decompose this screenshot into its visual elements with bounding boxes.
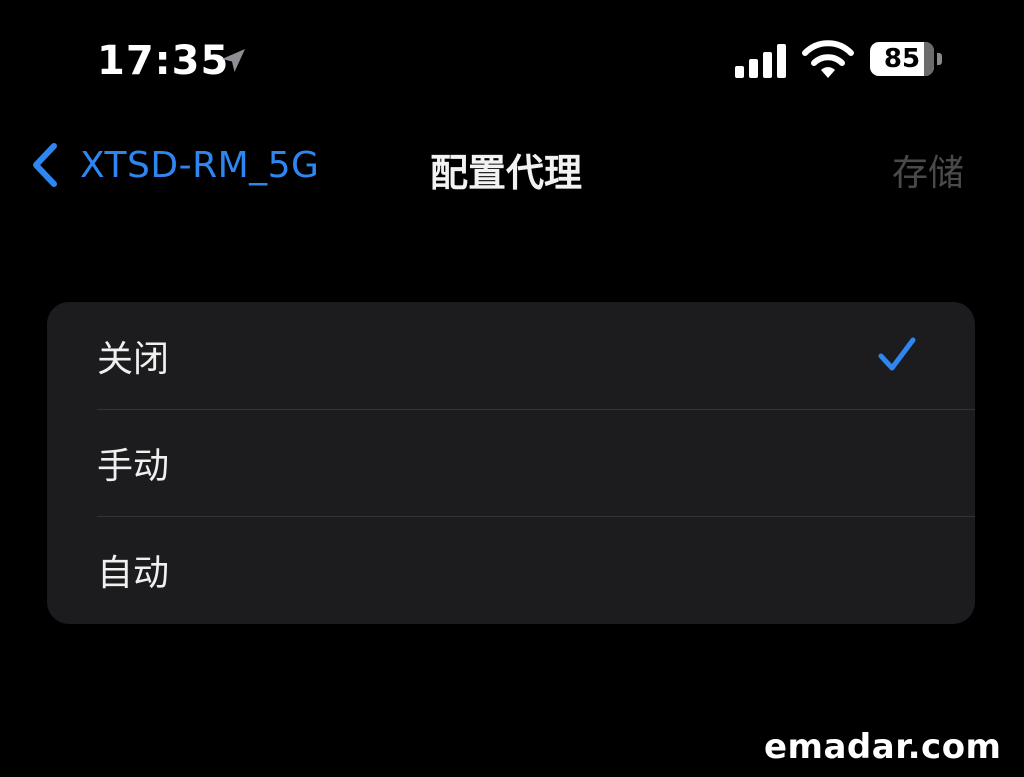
- back-button[interactable]: XTSD-RM_5G: [30, 140, 319, 190]
- save-button[interactable]: 存储: [892, 144, 964, 196]
- option-automatic[interactable]: 自动: [47, 516, 975, 623]
- navigation-bar: XTSD-RM_5G 配置代理 存储: [0, 130, 1024, 200]
- battery-level: 85: [883, 44, 921, 74]
- watermark: emadar.com: [764, 727, 1002, 767]
- cellular-signal-icon: [735, 44, 786, 78]
- status-time: 17:35: [97, 38, 230, 84]
- checkmark-icon: [878, 337, 916, 371]
- battery-icon: 85: [870, 42, 946, 78]
- battery-empty-portion: [924, 42, 934, 76]
- proxy-options-list: 关闭 手动 自动: [47, 302, 975, 624]
- location-arrow-icon: [222, 49, 245, 72]
- chevron-left-icon: [33, 143, 57, 187]
- option-label: 关闭: [97, 338, 170, 380]
- back-button-label: XTSD-RM_5G: [80, 144, 320, 186]
- battery-tip: [937, 53, 942, 65]
- option-off[interactable]: 关闭: [47, 302, 975, 409]
- option-label: 自动: [97, 552, 170, 594]
- option-manual[interactable]: 手动: [47, 409, 975, 516]
- page-title: 配置代理: [430, 151, 583, 195]
- option-label: 手动: [97, 445, 170, 487]
- wifi-icon: [802, 40, 854, 78]
- battery-body: 85: [870, 42, 934, 76]
- status-bar: 17:35 85: [0, 0, 1024, 120]
